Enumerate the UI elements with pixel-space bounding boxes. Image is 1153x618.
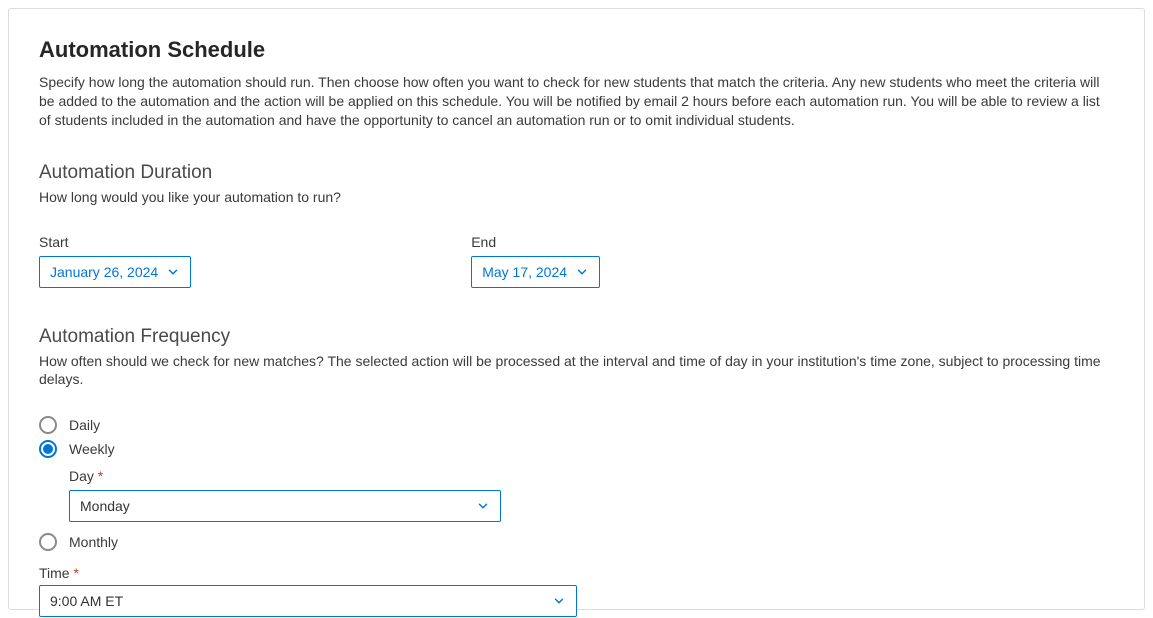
time-group: Time * 9:00 AM ET	[39, 565, 1114, 617]
duration-description: How long would you like your automation …	[39, 188, 1114, 206]
automation-schedule-panel: Automation Schedule Specify how long the…	[8, 8, 1145, 610]
frequency-title: Automation Frequency	[39, 326, 1114, 348]
radio-label-weekly: Weekly	[69, 441, 115, 457]
time-label: Time *	[39, 565, 1114, 581]
required-marker: *	[98, 468, 103, 484]
radio-option-monthly[interactable]: Monthly	[39, 533, 1114, 551]
end-field-group: End May 17, 2024	[471, 234, 600, 288]
end-date-picker[interactable]: May 17, 2024	[471, 256, 600, 288]
start-date-picker[interactable]: January 26, 2024	[39, 256, 191, 288]
chevron-down-icon	[552, 594, 566, 608]
day-select[interactable]: Monday	[69, 490, 501, 522]
required-marker: *	[73, 565, 78, 581]
radio-label-daily: Daily	[69, 417, 100, 433]
frequency-options: Daily Weekly Day * Monday Monthly	[39, 416, 1114, 551]
time-select-value: 9:00 AM ET	[50, 593, 123, 609]
radio-icon-selected	[39, 440, 57, 458]
chevron-down-icon	[575, 265, 589, 279]
radio-label-monthly: Monthly	[69, 534, 118, 550]
start-field-group: Start January 26, 2024	[39, 234, 191, 288]
radio-option-daily[interactable]: Daily	[39, 416, 1114, 434]
time-select[interactable]: 9:00 AM ET	[39, 585, 577, 617]
radio-icon	[39, 533, 57, 551]
day-select-value: Monday	[80, 498, 130, 514]
page-description: Specify how long the automation should r…	[39, 73, 1114, 130]
page-title: Automation Schedule	[39, 37, 1114, 63]
end-date-value: May 17, 2024	[482, 264, 567, 280]
day-label: Day *	[69, 468, 1114, 484]
radio-option-weekly[interactable]: Weekly	[39, 440, 1114, 458]
start-label: Start	[39, 234, 191, 250]
duration-title: Automation Duration	[39, 162, 1114, 184]
frequency-description: How often should we check for new matche…	[39, 352, 1114, 388]
start-date-value: January 26, 2024	[50, 264, 158, 280]
duration-row: Start January 26, 2024 End May 17, 2024	[39, 234, 1114, 288]
radio-icon	[39, 416, 57, 434]
end-label: End	[471, 234, 600, 250]
chevron-down-icon	[166, 265, 180, 279]
chevron-down-icon	[476, 499, 490, 513]
weekly-day-group: Day * Monday	[69, 468, 1114, 522]
